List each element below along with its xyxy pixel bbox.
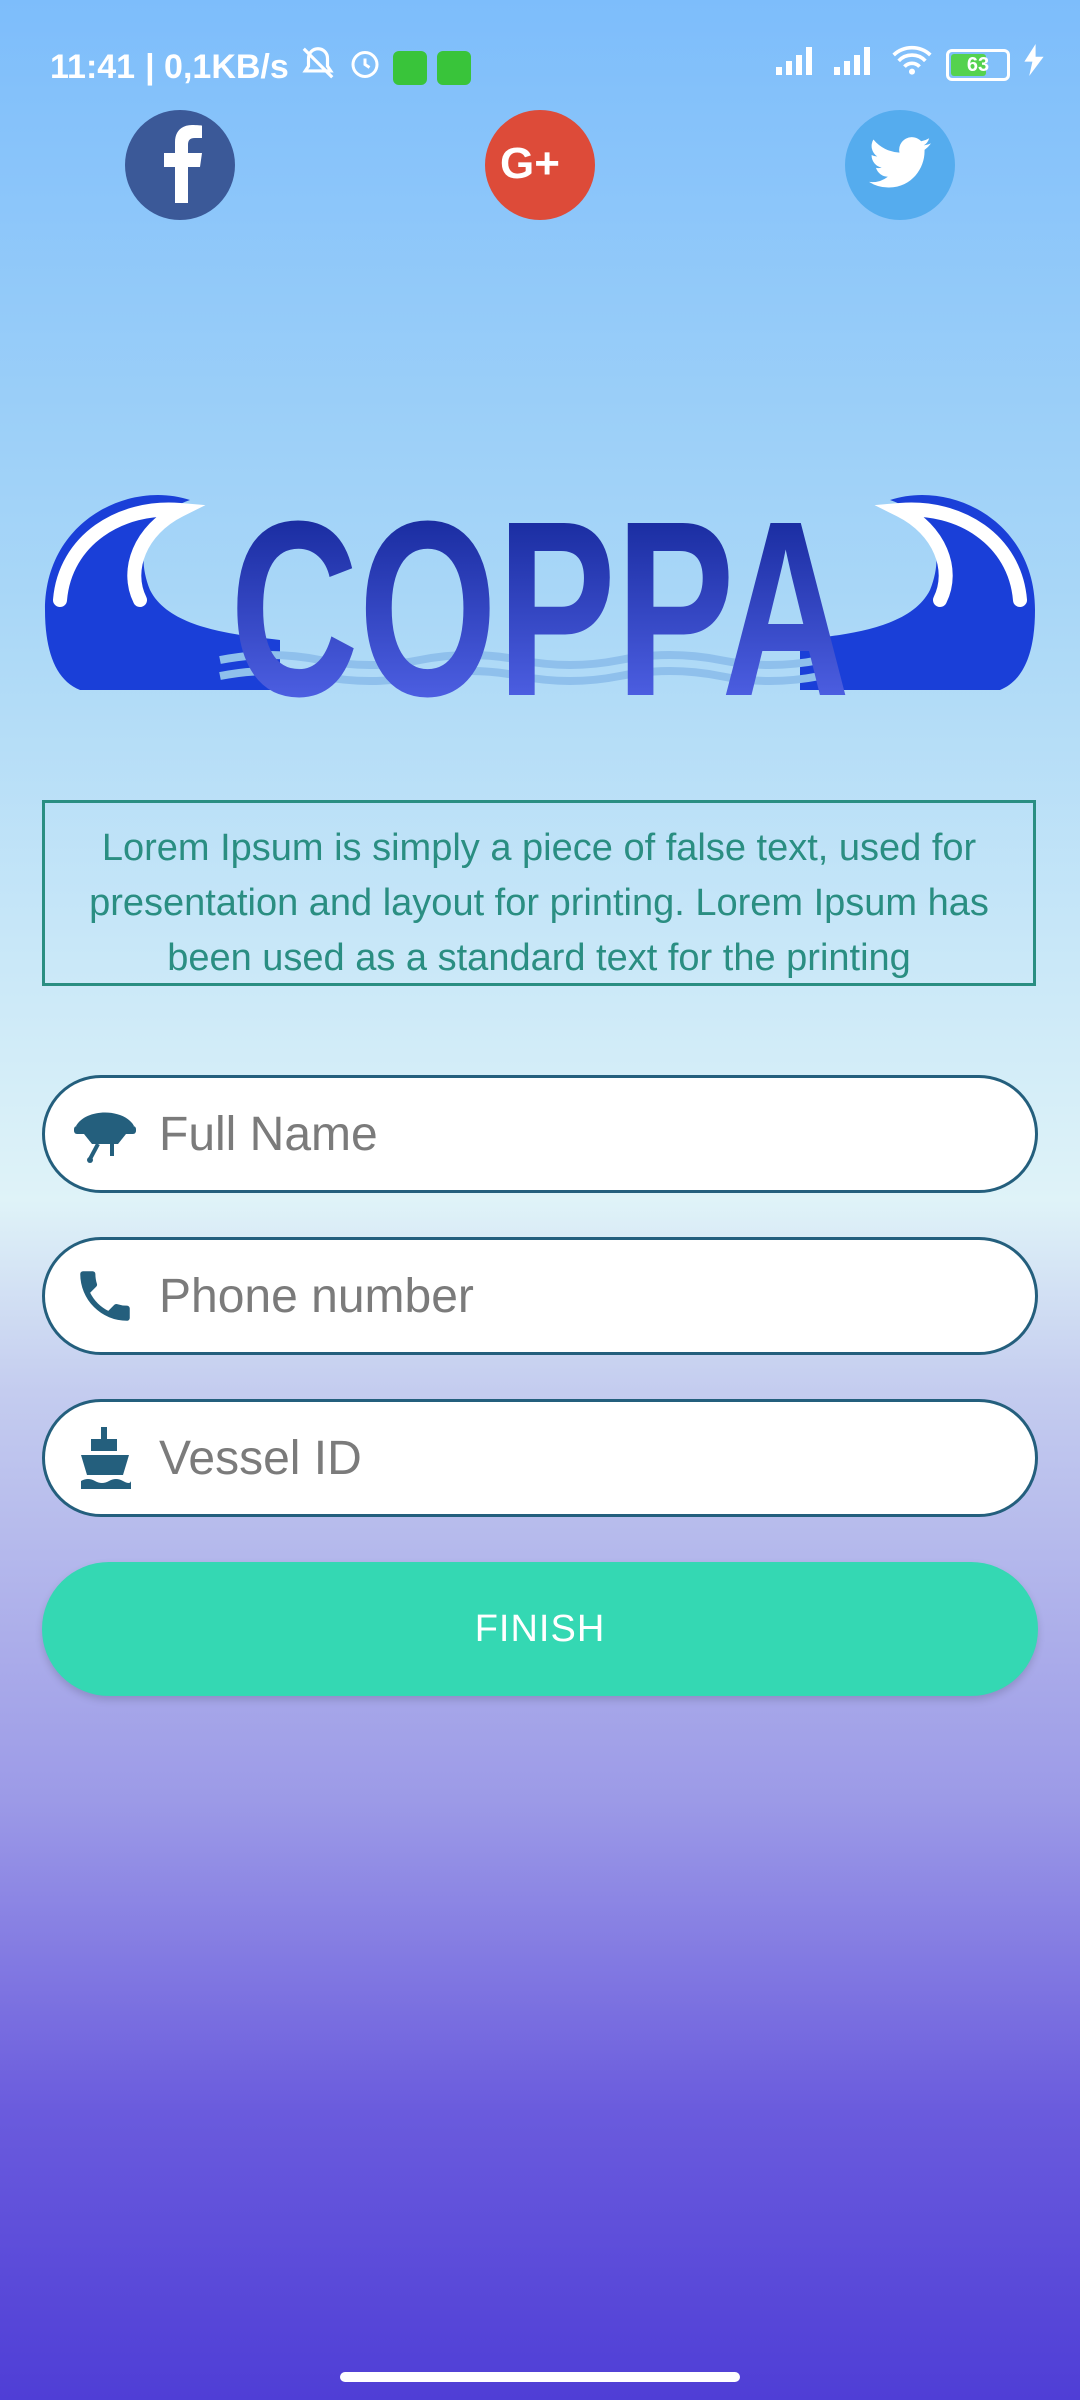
status-left: 11:41 | 0,1KB/s [50, 44, 471, 91]
app-notification-icon [392, 50, 427, 85]
status-speed: | 0,1KB/s [145, 48, 289, 86]
full-name-field[interactable]: Full Name [42, 1075, 1038, 1193]
phone-number-field[interactable]: Phone number [42, 1237, 1038, 1355]
signal-icon [776, 45, 820, 84]
home-indicator[interactable] [340, 2372, 740, 2382]
svg-text:G+: G+ [500, 139, 560, 188]
status-time: 11:41 [50, 48, 136, 86]
ship-icon [65, 1418, 145, 1498]
info-text-box: Lorem Ipsum is simply a piece of false t… [42, 800, 1036, 986]
captain-hat-icon [65, 1094, 145, 1174]
full-name-placeholder: Full Name [159, 1107, 378, 1161]
phone-icon [65, 1256, 145, 1336]
battery-indicator: 63 [946, 48, 1010, 81]
finish-button[interactable]: FINISH [42, 1562, 1038, 1696]
app-notification-icon [436, 50, 471, 85]
google-plus-icon: G+ [500, 138, 580, 193]
twitter-icon [869, 136, 931, 194]
wifi-icon [892, 44, 932, 85]
google-plus-button[interactable]: G+ [485, 110, 595, 220]
muted-bell-icon [299, 44, 337, 91]
status-bar: 11:41 | 0,1KB/s 63 [0, 0, 1080, 128]
coppa-logo: COPPA [40, 469, 1040, 748]
status-right: 63 [776, 44, 1044, 85]
twitter-button[interactable] [845, 110, 955, 220]
logo-text: COPPA [230, 480, 850, 710]
vessel-id-placeholder: Vessel ID [159, 1431, 362, 1485]
facebook-button[interactable] [125, 110, 235, 220]
facebook-icon [150, 123, 210, 208]
signal-icon [834, 45, 878, 84]
charging-icon [1024, 44, 1044, 85]
alarm-icon [347, 45, 383, 90]
vessel-id-field[interactable]: Vessel ID [42, 1399, 1038, 1517]
battery-level: 63 [966, 53, 990, 76]
phone-number-placeholder: Phone number [159, 1269, 474, 1323]
